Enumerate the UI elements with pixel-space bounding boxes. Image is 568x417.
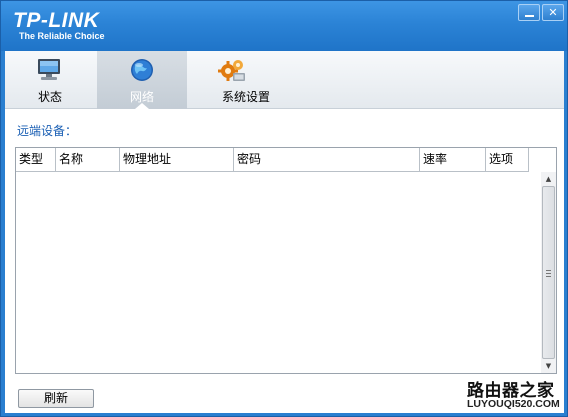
tab-status-label: 状态 [37, 90, 62, 104]
brand-tagline: The Reliable Choice [19, 31, 105, 41]
monitor-icon [38, 59, 60, 80]
main-toolbar: 状态 网络 系统设置 [5, 51, 564, 109]
close-button[interactable]: ✕ [542, 4, 564, 21]
minimize-icon [525, 15, 534, 17]
column-header-mac-address[interactable]: 物理地址 [120, 148, 234, 172]
remote-devices-title: 远端设备： [17, 124, 78, 138]
watermark-url: LUYOUQI520.COM [467, 398, 560, 410]
app-window: TP-LINK The Reliable Choice ✕ 状态 网络 系统设置… [0, 0, 568, 417]
column-header-type[interactable]: 类型 [16, 148, 56, 172]
scroll-thumb[interactable] [542, 186, 555, 359]
refresh-button[interactable]: 刷新 [18, 389, 94, 408]
column-header-password[interactable]: 密码 [234, 148, 420, 172]
tab-network[interactable]: 网络 [97, 51, 187, 109]
scroll-grip-icon [546, 270, 551, 277]
tab-system-settings[interactable]: 系统设置 [191, 51, 301, 109]
content-panel: 远端设备： 类型 名称 物理地址 密码 速率 选项 ▲ ▼ 刷新 [5, 109, 564, 413]
remote-devices-table[interactable]: 类型 名称 物理地址 密码 速率 选项 ▲ ▼ [15, 147, 557, 374]
brand-logo: TP-LINK [13, 9, 100, 32]
column-header-name[interactable]: 名称 [56, 148, 120, 172]
globe-icon [131, 59, 153, 81]
close-icon: ✕ [548, 6, 558, 19]
column-header-options[interactable]: 选项 [486, 148, 529, 172]
column-header-rate[interactable]: 速率 [420, 148, 486, 172]
minimize-button[interactable] [518, 4, 540, 21]
scroll-up-arrow-icon[interactable]: ▲ [541, 172, 556, 186]
scroll-down-arrow-icon[interactable]: ▼ [541, 359, 556, 373]
table-header: 类型 名称 物理地址 密码 速率 选项 [16, 148, 529, 172]
title-bar[interactable]: TP-LINK The Reliable Choice ✕ [1, 1, 567, 51]
site-watermark: 路由器之家 LUYOUQI520.COM [467, 376, 563, 414]
table-vertical-scrollbar[interactable]: ▲ ▼ [541, 172, 556, 373]
gears-icon [218, 60, 245, 81]
tab-status[interactable]: 状态 [5, 51, 95, 109]
tab-system-settings-label: 系统设置 [221, 90, 270, 104]
